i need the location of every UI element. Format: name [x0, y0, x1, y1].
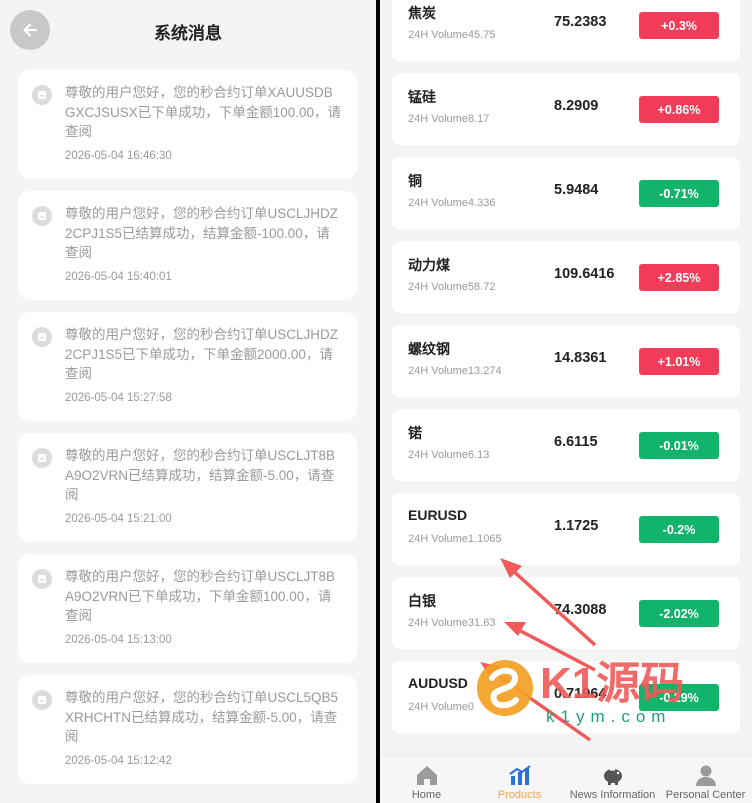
message-text: 尊敬的用户您好，您的秒合约订单XAUUSDBGXCJSUSX已下单成功，下单金额… [65, 85, 342, 139]
quote-volume: 24H Volume8.17 [408, 113, 490, 125]
quote-volume: 24H Volume6.13 [408, 449, 490, 461]
quote-row[interactable]: 锰硅 24H Volume8.17 8.2909 +0.86% [392, 73, 740, 145]
quote-volume: 24H Volume45.75 [408, 29, 496, 41]
message-item[interactable]: 尊敬的用户您好，您的秒合约订单USCLJT8BA9O2VRN已结算成功，结算金额… [18, 433, 357, 542]
message-item[interactable]: 尊敬的用户您好，您的秒合约订单USCLJHDZ2CPJ1S5已下单成功，下单金额… [18, 312, 357, 421]
quote-name: 白银 [408, 593, 436, 609]
quote-name: AUDUSD [408, 675, 468, 691]
tab-personal[interactable]: Personal Center [659, 756, 752, 803]
message-text: 尊敬的用户您好，您的秒合约订单USCLJHDZ2CPJ1S5已下单成功，下单金额… [65, 327, 339, 381]
user-icon [695, 765, 716, 786]
quote-name: 锰硅 [408, 89, 436, 105]
quote-volume: 24H Volume58.72 [408, 281, 496, 293]
message-icon [32, 327, 52, 347]
home-icon [416, 766, 437, 785]
message-time: 2026-05-04 15:13:00 [65, 633, 172, 646]
quote-volume: 24H Volume31.63 [408, 617, 496, 629]
quote-name: 铜 [408, 173, 422, 189]
quote-price: 8.2909 [554, 98, 599, 114]
tab-label: Home [411, 789, 442, 801]
message-item[interactable]: 尊敬的用户您好，您的秒合约订单XAUUSDBGXCJSUSX已下单成功，下单金额… [18, 70, 357, 179]
message-list: 尊敬的用户您好，您的秒合约订单XAUUSDBGXCJSUSX已下单成功，下单金额… [18, 70, 357, 796]
quote-row[interactable]: 焦炭 24H Volume45.75 75.2383 +0.3% [392, 0, 740, 61]
quote-name: 锘 [408, 425, 422, 441]
message-time: 2026-05-04 16:46:30 [65, 149, 172, 162]
message-item[interactable]: 尊敬的用户您好，您的秒合约订单USCL5QB5XRHCHTN已结算成功，结算金额… [18, 675, 357, 784]
tab-label: Personal Center [665, 789, 746, 801]
quote-row[interactable]: 白银 24H Volume31.63 74.3088 -2.02% [392, 577, 740, 649]
quote-name: 动力煤 [408, 257, 450, 273]
quote-row[interactable]: 锘 24H Volume6.13 6.6115 -0.01% [392, 409, 740, 481]
quote-row[interactable]: 铜 24H Volume4.336 5.9484 -0.71% [392, 157, 740, 229]
change-badge[interactable]: +2.85% [639, 264, 719, 291]
message-text: 尊敬的用户您好，您的秒合约订单USCLJT8BA9O2VRN已结算成功，结算金额… [65, 448, 336, 502]
page-title: 系统消息 [154, 24, 222, 43]
quote-price: 109.6416 [554, 266, 615, 282]
message-icon [32, 206, 52, 226]
message-time: 2026-05-04 15:40:01 [65, 270, 172, 283]
change-badge[interactable]: -0.01% [639, 432, 719, 459]
quote-list: 焦炭 24H Volume45.75 75.2383 +0.3% 锰硅 24H Volum… [392, 0, 740, 745]
message-text: 尊敬的用户您好，您的秒合约订单USCLJT8BA9O2VRN已下单成功，下单金额… [65, 569, 336, 623]
quote-row[interactable]: AUDUSD 24H Volume0 0.71964 -0.29% [392, 661, 740, 733]
quote-volume: 24H Volume1.1065 [408, 533, 502, 545]
quote-row[interactable]: 动力煤 24H Volume58.72 109.6416 +2.85% [392, 241, 740, 313]
change-badge[interactable]: -0.29% [639, 684, 719, 711]
tab-label: News Information [569, 789, 656, 801]
change-badge[interactable]: -2.02% [639, 600, 719, 627]
quote-name: 螺纹钢 [408, 341, 450, 357]
tab-products[interactable]: Products [473, 756, 566, 803]
message-text: 尊敬的用户您好，您的秒合约订单USCL5QB5XRHCHTN已结算成功，结算金额… [65, 690, 339, 744]
quote-volume: 24H Volume13.274 [408, 365, 502, 377]
tab-news[interactable]: News Information [566, 756, 659, 803]
quote-volume: 24H Volume0 [408, 701, 475, 713]
change-badge[interactable]: -0.71% [639, 180, 719, 207]
quote-name: EURUSD [408, 507, 468, 523]
quote-row[interactable]: 螺纹钢 24H Volume13.274 14.8361 +1.01% [392, 325, 740, 397]
messages-panel: 系统消息 尊敬的用户您好，您的秒合约订单XAUUSDBGXCJSUSX已下单成功… [0, 0, 376, 803]
message-icon [32, 448, 52, 468]
quote-price: 75.2383 [554, 14, 607, 30]
quote-row[interactable]: EURUSD 24H Volume1.1065 1.1725 -0.2% [392, 493, 740, 565]
quote-price: 5.9484 [554, 182, 599, 198]
piggy-bank-icon [603, 769, 622, 785]
message-icon [32, 85, 52, 105]
message-time: 2026-05-04 15:21:00 [65, 512, 172, 525]
message-item[interactable]: 尊敬的用户您好，您的秒合约订单USCLJHDZ2CPJ1S5已结算成功，结算金额… [18, 191, 357, 300]
message-icon [32, 569, 52, 589]
messages-header: 系统消息 [0, 0, 376, 60]
bar-chart-icon [508, 765, 531, 785]
bottom-tab-bar: Home Products News Information Personal … [380, 755, 752, 803]
quote-price: 14.8361 [554, 350, 607, 366]
tab-label: Products [497, 789, 542, 801]
quote-price: 0.71964 [554, 686, 607, 702]
quote-price: 6.6115 [554, 434, 598, 450]
message-time: 2026-05-04 15:12:42 [65, 754, 172, 767]
quote-volume: 24H Volume4.336 [408, 197, 496, 209]
message-icon [32, 690, 52, 710]
quote-name: 焦炭 [408, 5, 436, 21]
quote-price: 1.1725 [554, 518, 599, 534]
change-badge[interactable]: +1.01% [639, 348, 719, 375]
change-badge[interactable]: +0.3% [639, 12, 719, 39]
products-panel: 焦炭 24H Volume45.75 75.2383 +0.3% 锰硅 24H Volum… [380, 0, 752, 803]
change-badge[interactable]: -0.2% [639, 516, 719, 543]
tab-home[interactable]: Home [380, 756, 473, 803]
message-time: 2026-05-04 15:27:58 [65, 391, 172, 404]
quote-price: 74.3088 [554, 602, 607, 618]
message-item[interactable]: 尊敬的用户您好，您的秒合约订单USCLJT8BA9O2VRN已下单成功，下单金额… [18, 554, 357, 663]
message-text: 尊敬的用户您好，您的秒合约订单USCLJHDZ2CPJ1S5已结算成功，结算金额… [65, 206, 339, 260]
change-badge[interactable]: +0.86% [639, 96, 719, 123]
